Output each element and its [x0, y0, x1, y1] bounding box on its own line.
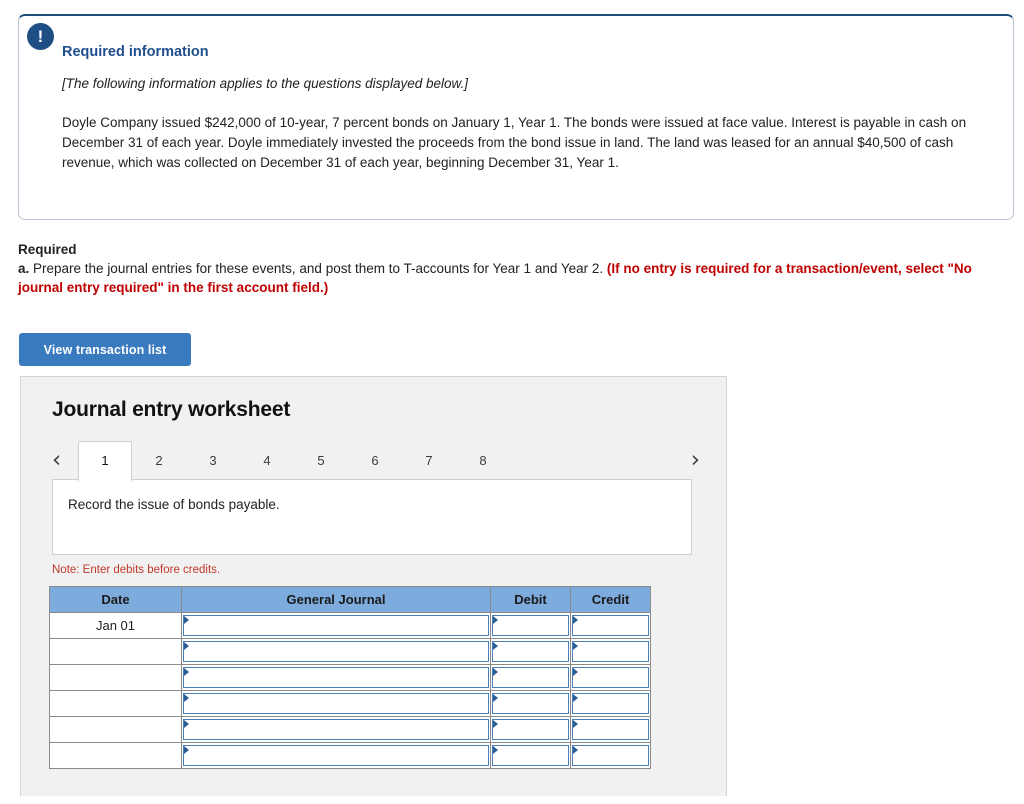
worksheet-tab-1[interactable]: 1 — [78, 441, 132, 482]
worksheet-title: Journal entry worksheet — [52, 398, 291, 421]
worksheet-tab-3[interactable]: 3 — [186, 441, 240, 479]
required-information-body: Required information [The following info… — [19, 16, 1013, 173]
worksheet-tab-content: Record the issue of bonds payable. — [52, 479, 692, 555]
journal-header-date: Date — [49, 586, 182, 613]
journal-credit-input[interactable] — [572, 615, 649, 636]
journal-debit-input[interactable] — [492, 745, 569, 766]
journal-table-row — [49, 664, 651, 691]
journal-credit-cell — [570, 638, 651, 665]
journal-table-header-row: Date General Journal Debit Credit — [49, 586, 651, 613]
journal-entry-worksheet-panel: Journal entry worksheet ‹ 12345678 › Rec… — [20, 376, 727, 796]
journal-date-cell — [49, 690, 182, 717]
scenario-text: Doyle Company issued $242,000 of 10-year… — [62, 115, 967, 170]
worksheet-tab-4[interactable]: 4 — [240, 441, 294, 479]
worksheet-tab-strip: ‹ 12345678 › — [21, 441, 726, 482]
journal-date-cell: Jan 01 — [49, 612, 182, 639]
journal-date-cell — [49, 742, 182, 769]
journal-debit-cell — [490, 716, 571, 743]
worksheet-tab-5[interactable]: 5 — [294, 441, 348, 479]
journal-table-row — [49, 638, 651, 665]
journal-debit-cell — [490, 690, 571, 717]
required-label: Required — [18, 242, 77, 257]
journal-general-journal-cell — [181, 638, 491, 665]
journal-table-row — [49, 716, 651, 743]
required-item-text: Prepare the journal entries for these ev… — [29, 261, 607, 276]
journal-general-journal-cell — [181, 690, 491, 717]
worksheet-tab-2[interactable]: 2 — [132, 441, 186, 479]
journal-credit-input[interactable] — [572, 641, 649, 662]
required-section: Required a. Prepare the journal entries … — [18, 242, 998, 297]
journal-table-row: Jan 01 — [49, 612, 651, 639]
journal-credit-input[interactable] — [572, 667, 649, 688]
exclamation-icon: ! — [27, 23, 54, 50]
journal-credit-cell — [570, 664, 651, 691]
required-item-letter: a. — [18, 261, 30, 276]
worksheet-tab-list: 12345678 — [78, 441, 510, 482]
journal-general-journal-input[interactable] — [183, 641, 489, 662]
required-information-callout: ! Required information [The following in… — [18, 14, 1014, 220]
journal-debit-cell — [490, 742, 571, 769]
journal-table-head: Date General Journal Debit Credit — [49, 586, 651, 613]
journal-credit-cell — [570, 716, 651, 743]
journal-general-journal-cell — [181, 612, 491, 639]
debits-before-credits-note: Note: Enter debits before credits. — [52, 564, 221, 576]
chevron-right-icon[interactable]: › — [691, 447, 700, 473]
journal-debit-cell — [490, 664, 571, 691]
journal-credit-cell — [570, 690, 651, 717]
journal-credit-cell — [570, 742, 651, 769]
journal-general-journal-cell — [181, 742, 491, 769]
journal-entry-table: Date General Journal Debit Credit Jan 01 — [49, 586, 651, 769]
journal-general-journal-input[interactable] — [183, 615, 489, 636]
worksheet-tab-7[interactable]: 7 — [402, 441, 456, 479]
journal-table-row — [49, 690, 651, 717]
journal-date-cell — [49, 638, 182, 665]
chevron-left-icon[interactable]: ‹ — [52, 447, 61, 473]
journal-debit-input[interactable] — [492, 641, 569, 662]
journal-table-body: Jan 01 — [49, 612, 651, 769]
journal-debit-cell — [490, 612, 571, 639]
journal-debit-input[interactable] — [492, 719, 569, 740]
journal-credit-cell — [570, 612, 651, 639]
journal-credit-input[interactable] — [572, 745, 649, 766]
journal-general-journal-input[interactable] — [183, 745, 489, 766]
journal-header-credit: Credit — [570, 586, 651, 613]
journal-table-row — [49, 742, 651, 769]
worksheet-tab-6[interactable]: 6 — [348, 441, 402, 479]
transaction-description: Record the issue of bonds payable. — [68, 497, 280, 512]
journal-general-journal-cell — [181, 716, 491, 743]
required-item-a: a. Prepare the journal entries for these… — [18, 259, 998, 297]
required-information-heading: Required information — [62, 44, 209, 60]
journal-debit-cell — [490, 638, 571, 665]
journal-credit-input[interactable] — [572, 719, 649, 740]
journal-debit-input[interactable] — [492, 615, 569, 636]
worksheet-tab-8[interactable]: 8 — [456, 441, 510, 479]
applies-note: [The following information applies to th… — [62, 76, 468, 91]
journal-header-debit: Debit — [490, 586, 571, 613]
view-transaction-list-button[interactable]: View transaction list — [19, 333, 191, 366]
journal-debit-input[interactable] — [492, 667, 569, 688]
journal-general-journal-input[interactable] — [183, 693, 489, 714]
journal-date-cell — [49, 716, 182, 743]
journal-table-wrapper: Date General Journal Debit Credit Jan 01 — [49, 586, 671, 769]
journal-general-journal-cell — [181, 664, 491, 691]
journal-general-journal-input[interactable] — [183, 667, 489, 688]
journal-credit-input[interactable] — [572, 693, 649, 714]
journal-header-general-journal: General Journal — [181, 586, 491, 613]
journal-date-cell — [49, 664, 182, 691]
journal-general-journal-input[interactable] — [183, 719, 489, 740]
journal-debit-input[interactable] — [492, 693, 569, 714]
